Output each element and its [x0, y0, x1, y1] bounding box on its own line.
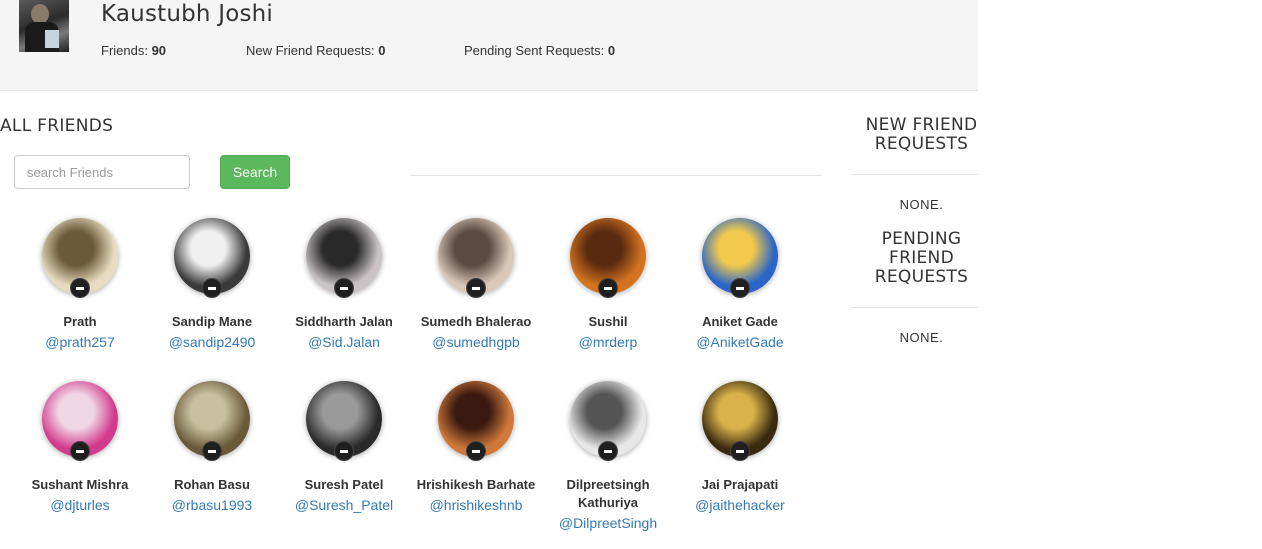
friends-count-stat: Friends: 90 — [101, 43, 166, 58]
friend-name: Sumedh Bhalerao — [420, 314, 532, 329]
friend-handle-link[interactable]: @sumedhgpb — [410, 333, 542, 351]
remove-friend-icon[interactable] — [70, 441, 90, 461]
friend-name: Hrishikesh Barhate — [416, 477, 536, 492]
friend-name: Rohan Basu — [174, 477, 250, 492]
new-friend-requests-title: NEW FRIEND REQUESTS — [865, 115, 978, 154]
pending-sent-label: Pending Sent Requests: — [464, 43, 608, 58]
profile-avatar[interactable] — [19, 0, 69, 52]
friends-count-label: Friends: — [101, 43, 152, 58]
friend-handle-link[interactable]: @hrishikeshnb — [410, 496, 542, 514]
pending-requests-none: NONE. — [899, 330, 944, 345]
search-button[interactable]: Search — [220, 155, 290, 189]
friend-handle-link[interactable]: @rbasu1993 — [146, 496, 278, 514]
remove-friend-icon[interactable] — [202, 441, 222, 461]
remove-friend-icon[interactable] — [466, 441, 486, 461]
pending-sent-stat: Pending Sent Requests: 0 — [464, 43, 615, 58]
friend-name: Dilpreetsingh Kathuriya — [566, 477, 650, 510]
friend-name: Prath — [63, 314, 97, 329]
remove-friend-icon[interactable] — [334, 278, 354, 298]
profile-header: Kaustubh Joshi Friends: 90 New Friend Re… — [0, 0, 978, 91]
divider — [410, 175, 822, 176]
friend-handle-link[interactable]: @prath257 — [14, 333, 146, 351]
remove-friend-icon[interactable] — [70, 278, 90, 298]
friend-name: Sushil — [588, 314, 628, 329]
friend-handle-link[interactable]: @jaithehacker — [674, 496, 806, 514]
remove-friend-icon[interactable] — [730, 278, 750, 298]
new-requests-stat: New Friend Requests: 0 — [246, 43, 385, 58]
friend-handle-link[interactable]: @DilpreetSingh — [542, 514, 674, 532]
friend-name: Aniket Gade — [702, 314, 778, 329]
remove-friend-icon[interactable] — [466, 278, 486, 298]
divider — [851, 174, 978, 175]
friend-name: Sushant Mishra — [31, 477, 129, 492]
friend-name: Jai Prajapati — [701, 477, 779, 492]
friend-name: Suresh Patel — [304, 477, 384, 492]
friend-handle-link[interactable]: @Sid.Jalan — [278, 333, 410, 351]
friend-handle-link[interactable]: @djturles — [14, 496, 146, 514]
remove-friend-icon[interactable] — [334, 441, 354, 461]
friend-name: Sandip Mane — [171, 314, 253, 329]
pending-sent-value: 0 — [607, 43, 616, 58]
new-requests-label: New Friend Requests: — [246, 43, 379, 58]
friend-handle-link[interactable]: @sandip2490 — [146, 333, 278, 351]
new-requests-value: 0 — [378, 43, 386, 58]
new-requests-none: NONE. — [899, 197, 944, 212]
remove-friend-icon[interactable] — [202, 278, 222, 298]
remove-friend-icon[interactable] — [730, 441, 750, 461]
divider — [851, 307, 978, 308]
friend-handle-link[interactable]: @Suresh_Patel — [278, 496, 410, 514]
remove-friend-icon[interactable] — [598, 441, 618, 461]
friends-count-value: 90 — [151, 43, 167, 58]
remove-friend-icon[interactable] — [598, 278, 618, 298]
pending-friend-requests-title: PENDING FRIEND REQUESTS — [874, 229, 969, 287]
search-friends-input[interactable] — [14, 155, 190, 189]
friend-name: Siddharth Jalan — [295, 314, 393, 329]
profile-name: Kaustubh Joshi — [101, 1, 274, 27]
friend-handle-link[interactable]: @AniketGade — [674, 333, 806, 351]
all-friends-title: ALL FRIENDS — [0, 116, 114, 136]
friend-handle-link[interactable]: @mrderp — [542, 333, 674, 351]
